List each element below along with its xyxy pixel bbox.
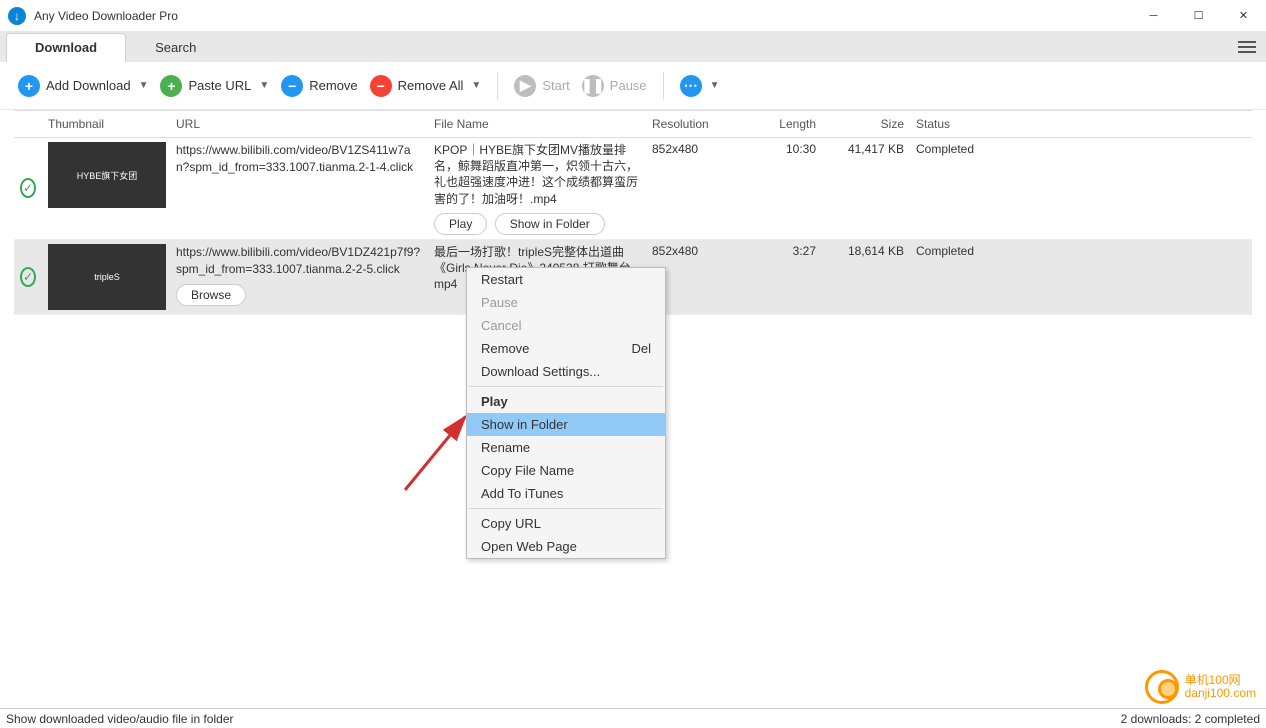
col-size[interactable]: Size [822,117,910,131]
app-logo-icon: ↓ [8,7,26,25]
cell-length: 3:27 [744,244,822,310]
menu-icon[interactable] [1238,41,1256,53]
menu-pause: Pause [467,291,665,314]
dots-icon: ⋯ [680,75,702,97]
menu-play[interactable]: Play [467,390,665,413]
tab-download[interactable]: Download [6,33,126,62]
plus-icon: + [18,75,40,97]
cell-filename: KPOP｜HYBE旗下女团MV播放量排名，鲸舞蹈版直冲第一，炽领十古六，礼也超强… [428,142,646,235]
table-row[interactable]: ✓ HYBE旗下女团 https://www.bilibili.com/vide… [14,138,1252,240]
menu-remove[interactable]: RemoveDel [467,337,665,360]
thumbnail: HYBE旗下女团 [48,142,166,208]
status-summary: 2 downloads: 2 completed [1121,712,1260,726]
toolbar: +Add Download▼ +Paste URL▼ −Remove −Remo… [0,62,1266,110]
col-resolution[interactable]: Resolution [646,117,744,131]
window-controls: ─ ☐ ✕ [1131,0,1266,32]
menu-add-to-itunes[interactable]: Add To iTunes [467,482,665,505]
divider [469,508,663,509]
watermark: 单机100网 danji100.com [1145,670,1256,704]
minus-icon: − [281,75,303,97]
cell-status: Completed [910,142,1252,235]
menu-download-settings[interactable]: Download Settings... [467,360,665,383]
more-button[interactable]: ⋯▼ [676,73,724,99]
plus-icon: + [160,75,182,97]
menu-copy-file-name[interactable]: Copy File Name [467,459,665,482]
col-filename[interactable]: File Name [428,117,646,131]
chevron-down-icon[interactable]: ▼ [710,80,720,91]
maximize-button[interactable]: ☐ [1176,0,1221,32]
status-bar: Show downloaded video/audio file in fold… [0,708,1266,728]
app-title: Any Video Downloader Pro [34,9,178,23]
col-length[interactable]: Length [744,117,822,131]
cell-url: https://www.bilibili.com/video/BV1ZS411w… [170,142,428,235]
close-button[interactable]: ✕ [1221,0,1266,32]
menu-copy-url[interactable]: Copy URL [467,512,665,535]
tab-bar: Download Search [0,32,1266,62]
menu-show-in-folder[interactable]: Show in Folder [467,413,665,436]
col-thumbnail[interactable]: Thumbnail [42,117,170,131]
remove-all-button[interactable]: −Remove All▼ [366,73,486,99]
chevron-down-icon[interactable]: ▼ [139,80,149,91]
menu-cancel: Cancel [467,314,665,337]
chevron-down-icon[interactable]: ▼ [471,80,481,91]
divider [497,72,498,100]
context-menu: Restart Pause Cancel RemoveDel Download … [466,267,666,559]
check-icon: ✓ [20,267,36,287]
start-button[interactable]: ▶Start [510,73,573,99]
check-icon: ✓ [20,178,36,198]
thumbnail: tripleS [48,244,166,310]
play-icon: ▶ [514,75,536,97]
watermark-logo-icon [1145,670,1179,704]
minus-icon: − [370,75,392,97]
divider [663,72,664,100]
col-status[interactable]: Status [910,117,1252,131]
minimize-button[interactable]: ─ [1131,0,1176,32]
remove-button[interactable]: −Remove [277,73,361,99]
divider [469,386,663,387]
browse-button[interactable]: Browse [176,284,246,307]
tab-search[interactable]: Search [126,33,225,62]
chevron-down-icon[interactable]: ▼ [259,80,269,91]
pause-icon: ❚❚ [582,75,604,97]
status-text: Show downloaded video/audio file in fold… [6,712,234,726]
paste-url-button[interactable]: +Paste URL▼ [156,73,273,99]
cell-url: https://www.bilibili.com/video/BV1DZ421p… [170,244,428,310]
cell-status: Completed [910,244,1252,310]
menu-rename[interactable]: Rename [467,436,665,459]
cell-length: 10:30 [744,142,822,235]
pause-button[interactable]: ❚❚Pause [578,73,651,99]
add-download-button[interactable]: +Add Download▼ [14,73,152,99]
cell-resolution: 852x480 [646,142,744,235]
table-header: Thumbnail URL File Name Resolution Lengt… [14,110,1252,138]
menu-restart[interactable]: Restart [467,268,665,291]
show-in-folder-button[interactable]: Show in Folder [495,213,605,235]
menu-open-web-page[interactable]: Open Web Page [467,535,665,558]
cell-size: 18,614 KB [822,244,910,310]
titlebar: ↓ Any Video Downloader Pro ─ ☐ ✕ [0,0,1266,32]
cell-size: 41,417 KB [822,142,910,235]
play-button[interactable]: Play [434,213,487,235]
col-url[interactable]: URL [170,117,428,131]
